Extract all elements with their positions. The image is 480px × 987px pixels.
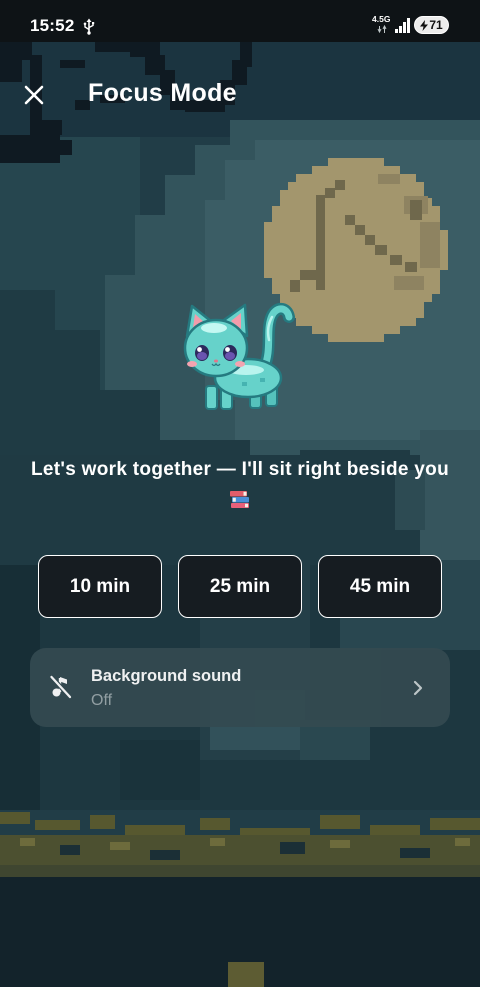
battery-indicator: 71 (414, 16, 449, 34)
duration-10-button[interactable]: 10 min (38, 555, 162, 618)
battery-level: 71 (429, 18, 443, 32)
duration-label: 45 min (349, 575, 411, 597)
chevron-right-icon (413, 680, 423, 696)
background-sound-title: Background sound (91, 667, 242, 685)
lightning-bolt-icon (420, 19, 429, 31)
background-sound-value: Off (91, 692, 113, 709)
network-type-label: 4.5G (372, 14, 391, 24)
network-indicator: 4.5G (372, 14, 394, 36)
status-time: 15:52 (30, 16, 75, 35)
usb-icon (83, 18, 95, 35)
music-off-icon (49, 674, 73, 700)
pixel-cat-image (183, 302, 295, 410)
duration-25-button[interactable]: 25 min (178, 555, 302, 618)
page-title: Focus Mode (88, 79, 237, 107)
status-bar: 15:52 4.5G 71 (0, 0, 480, 42)
companion-message: Let's work together — I'll sit right bes… (31, 459, 449, 480)
close-icon[interactable] (24, 85, 44, 105)
duration-label: 25 min (209, 575, 271, 597)
duration-45-button[interactable]: 45 min (318, 555, 442, 618)
focus-mode-screen: 15:52 4.5G 71 Focus Mode Let's work toge… (0, 0, 480, 987)
background-sound-row[interactable]: Background sound Off (30, 648, 450, 727)
duration-label: 10 min (69, 575, 131, 597)
books-emoji-icon (230, 491, 249, 508)
signal-bars-icon (395, 18, 410, 33)
data-activity-icon (377, 25, 387, 34)
